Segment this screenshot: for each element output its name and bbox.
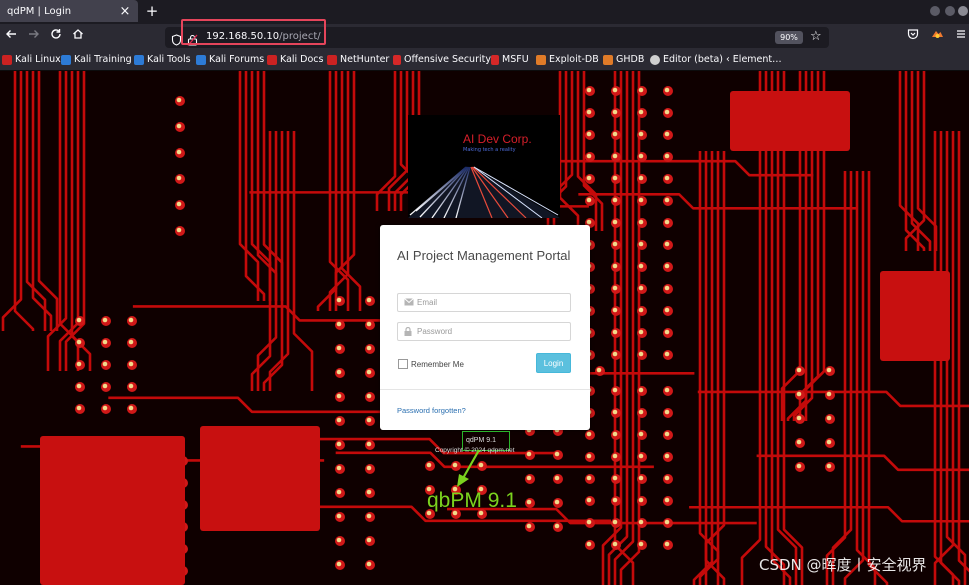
new-tab-button[interactable]: + bbox=[145, 2, 159, 20]
bookmark-ghdb[interactable]: GHDB bbox=[603, 54, 644, 65]
bookmark-msfu[interactable]: MSFU bbox=[491, 54, 529, 65]
password-input[interactable] bbox=[417, 324, 567, 339]
remember-me-checkbox[interactable] bbox=[398, 359, 408, 369]
annotation-arrow-icon bbox=[457, 449, 480, 487]
tab-strip: qdPM | Login × + bbox=[0, 0, 969, 24]
maximize-button[interactable] bbox=[945, 6, 955, 16]
company-logo: AI Dev Corp. Making tech a reality bbox=[408, 115, 560, 218]
window-close-button[interactable] bbox=[958, 6, 968, 16]
logo-title: AI Dev Corp. bbox=[463, 132, 532, 146]
forward-arrow-icon[interactable] bbox=[26, 28, 42, 44]
kali-icon bbox=[134, 54, 144, 65]
kali-icon bbox=[61, 54, 71, 65]
tab-title: qdPM | Login bbox=[7, 5, 72, 17]
envelope-icon bbox=[404, 298, 414, 309]
url-host: 192.168.50.10 bbox=[206, 31, 280, 42]
bookmark-editor-beta[interactable]: Editor (beta) ‹ Element… bbox=[650, 54, 782, 65]
password-forgotten-link[interactable]: Password forgotten? bbox=[397, 406, 466, 415]
close-icon[interactable]: × bbox=[118, 5, 132, 18]
kali-docs-icon bbox=[267, 54, 277, 65]
offsec-icon bbox=[491, 54, 499, 65]
password-field[interactable] bbox=[397, 322, 571, 341]
offsec-icon bbox=[393, 54, 401, 65]
bookmark-offensive-security[interactable]: Offensive Security bbox=[393, 54, 491, 65]
remember-me-label: Remember Me bbox=[411, 359, 464, 369]
lock-icon bbox=[404, 326, 412, 339]
card-divider bbox=[380, 389, 590, 390]
url-bar[interactable]: 192.168.50.10/project/ 90% ☆ bbox=[165, 27, 829, 48]
bookmark-label: Kali Tools bbox=[147, 54, 191, 65]
bookmark-label: GHDB bbox=[616, 54, 645, 65]
bookmark-label: Kali Docs bbox=[280, 54, 324, 65]
pocket-icon[interactable] bbox=[905, 28, 921, 44]
back-arrow-icon[interactable] bbox=[3, 28, 19, 44]
exploitdb-icon bbox=[603, 54, 613, 65]
remember-me[interactable]: Remember Me bbox=[398, 359, 464, 369]
bookmark-kali-forums[interactable]: Kali Forums bbox=[196, 54, 264, 65]
login-form-card: AI Project Management Portal Remember Me… bbox=[380, 225, 590, 430]
page-viewport: AI Dev Corp. Making tech a reality AI Pr… bbox=[0, 71, 969, 585]
kali-icon bbox=[196, 54, 206, 65]
bookmark-kali-docs[interactable]: Kali Docs bbox=[267, 54, 323, 65]
bookmarks-toolbar: Kali Linux Kali Training Kali Tools Kali… bbox=[0, 50, 969, 71]
bookmark-label: Editor (beta) ‹ Element… bbox=[663, 54, 782, 65]
home-icon[interactable] bbox=[70, 28, 86, 44]
bookmark-label: MSFU bbox=[502, 54, 529, 65]
watermark: CSDN @晖度丨安全视界 bbox=[759, 556, 927, 574]
bookmark-kali-training[interactable]: Kali Training bbox=[61, 54, 132, 65]
reload-icon[interactable] bbox=[48, 28, 64, 44]
bookmark-kali-linux[interactable]: Kali Linux bbox=[2, 54, 61, 65]
kali-dragon-icon bbox=[2, 54, 12, 65]
bookmark-kali-tools[interactable]: Kali Tools bbox=[134, 54, 191, 65]
bookmark-label: Offensive Security bbox=[404, 54, 491, 65]
tab-active[interactable]: qdPM | Login × bbox=[0, 0, 138, 22]
url-text[interactable]: 192.168.50.10/project/ bbox=[206, 31, 321, 42]
shield-icon[interactable] bbox=[171, 31, 182, 50]
zoom-level-badge[interactable]: 90% bbox=[775, 31, 803, 44]
bookmark-label: NetHunter bbox=[340, 54, 390, 65]
road-light-trails-image bbox=[408, 166, 560, 218]
email-input[interactable] bbox=[417, 295, 567, 310]
hamburger-menu-icon[interactable] bbox=[953, 28, 969, 44]
bookmark-label: Kali Training bbox=[74, 54, 132, 65]
bookmark-exploit-db[interactable]: Exploit-DB bbox=[536, 54, 599, 65]
login-title: AI Project Management Portal bbox=[397, 248, 571, 263]
insecure-lock-icon[interactable] bbox=[187, 31, 198, 50]
minimize-button[interactable] bbox=[930, 6, 940, 16]
bookmark-label: Kali Forums bbox=[209, 54, 265, 65]
login-button[interactable]: Login bbox=[536, 353, 571, 373]
bookmark-star-icon[interactable]: ☆ bbox=[810, 29, 822, 45]
url-path: /project/ bbox=[279, 31, 321, 42]
version-label: qdPM 9.1 bbox=[466, 437, 496, 444]
bookmark-nethunter[interactable]: NetHunter bbox=[327, 54, 389, 65]
email-field[interactable] bbox=[397, 293, 571, 312]
kali-dragon-icon bbox=[327, 54, 337, 65]
firefox-account-icon[interactable] bbox=[929, 28, 945, 44]
logo-tagline: Making tech a reality bbox=[463, 147, 516, 153]
wordpress-icon bbox=[650, 54, 660, 65]
annotation-label: qbPM 9.1 bbox=[427, 489, 517, 512]
bookmark-label: Exploit-DB bbox=[549, 54, 599, 65]
nav-bar: 192.168.50.10/project/ 90% ☆ bbox=[0, 24, 969, 50]
bookmark-label: Kali Linux bbox=[15, 54, 61, 65]
exploitdb-icon bbox=[536, 54, 546, 65]
